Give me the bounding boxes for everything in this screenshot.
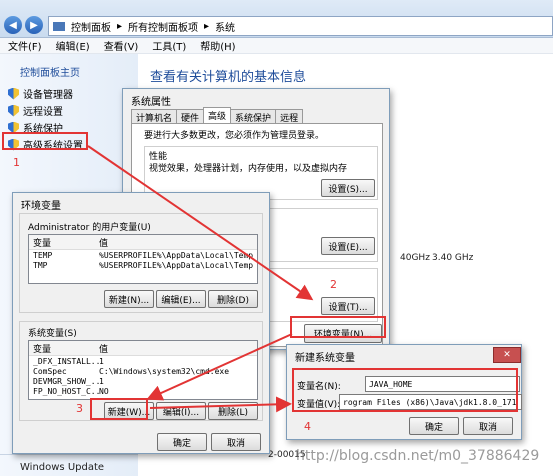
watermark: http://blog.csdn.net/m0_37886429 (296, 448, 540, 464)
arrow-step-3-to-4 (149, 396, 292, 413)
annotation-arrows (87, 145, 314, 413)
arrow-step-1-to-2 (87, 145, 314, 301)
arrow-step-2-to-3 (146, 333, 293, 401)
